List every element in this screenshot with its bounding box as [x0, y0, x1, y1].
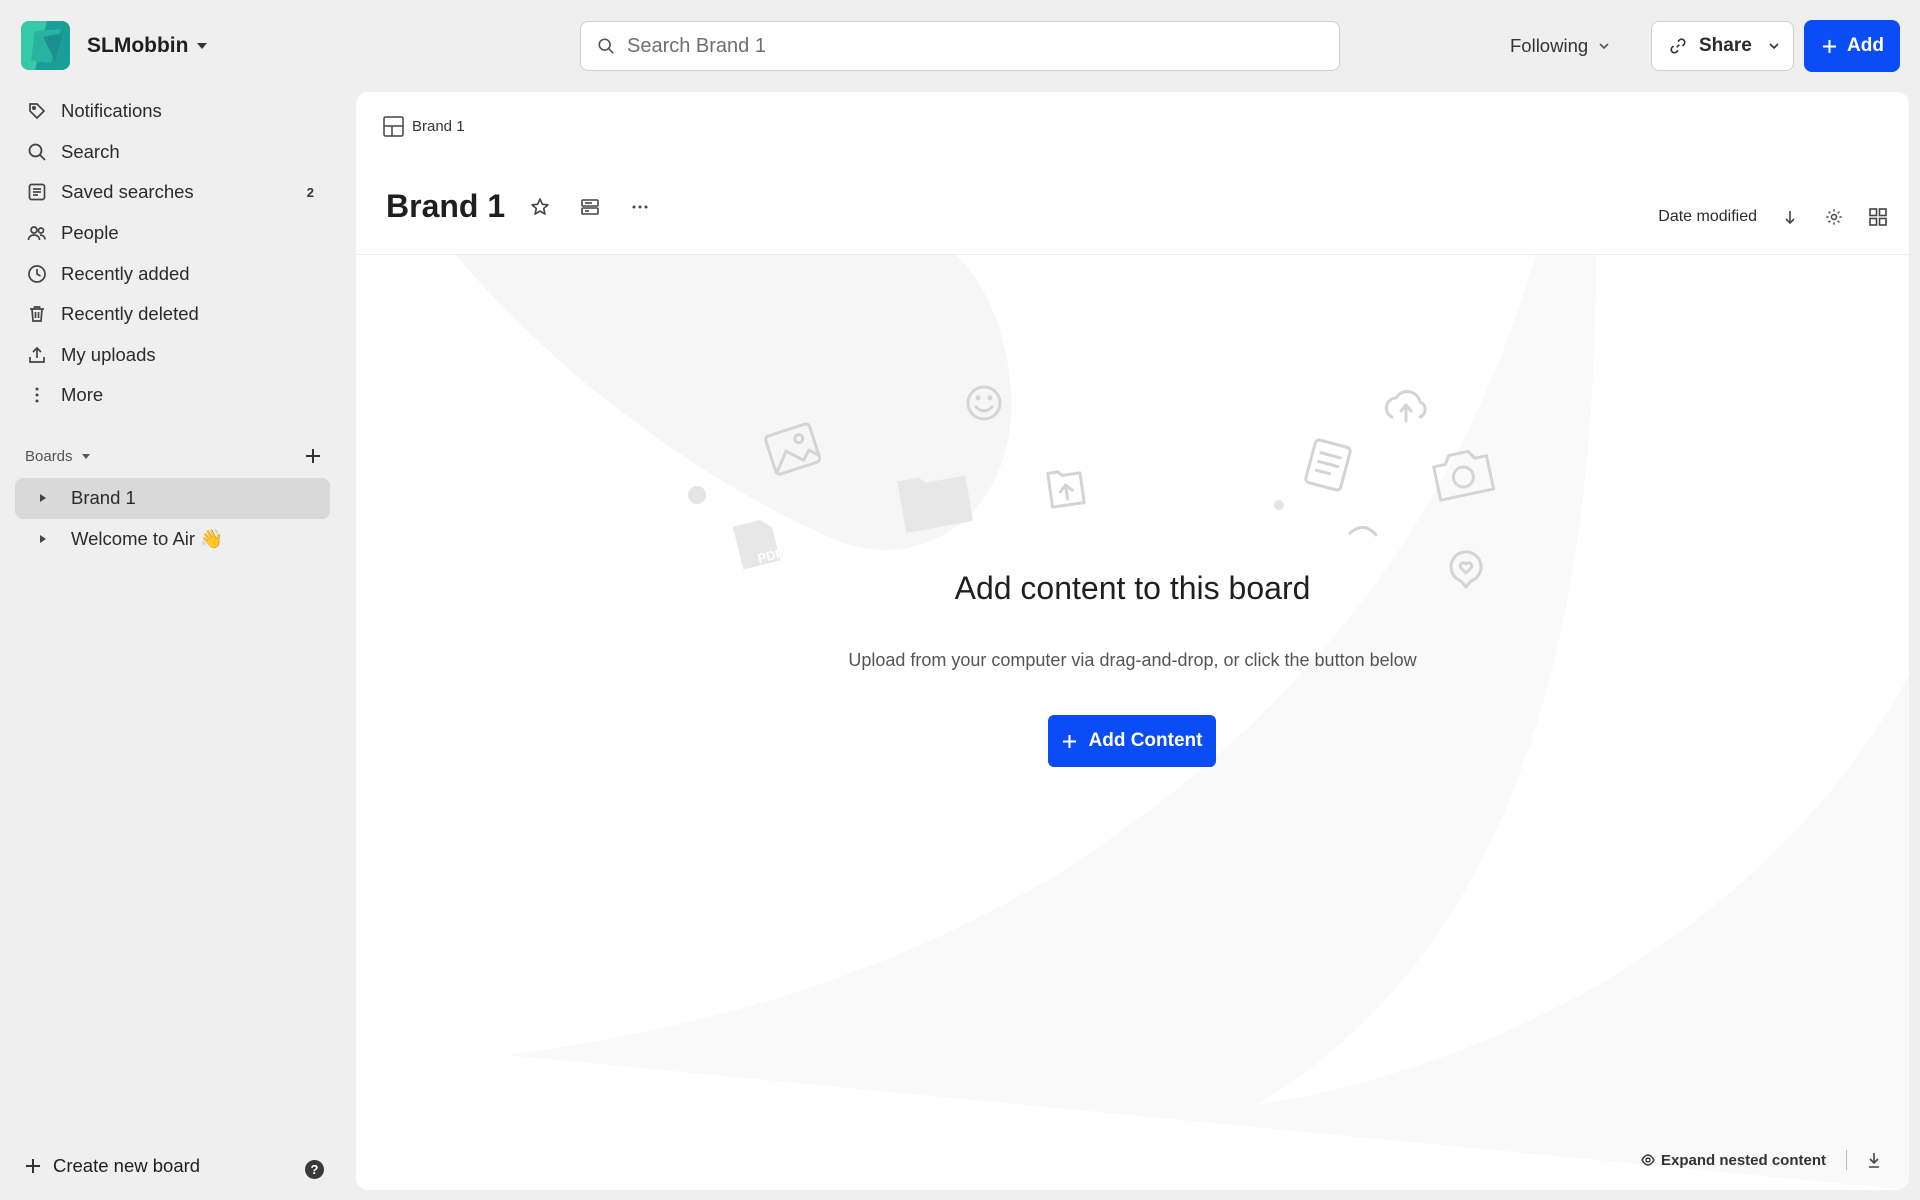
sidebar-item-recently-deleted[interactable]: Recently deleted [15, 294, 330, 335]
add-label: Add [1847, 35, 1884, 56]
search-icon [27, 142, 47, 162]
cloud-upload-icon [1384, 390, 1427, 423]
sidebar-item-label: Search [61, 140, 120, 162]
sidebar-nav: Notifications Search Saved searches 2 Pe… [15, 91, 330, 416]
sidebar-item-label: Saved searches [61, 181, 194, 203]
saved-searches-count: 2 [306, 184, 314, 200]
share-button[interactable]: Share [1651, 21, 1794, 71]
board-layout-icon [383, 116, 404, 137]
following-dropdown[interactable]: Following [1510, 21, 1610, 71]
add-board-icon[interactable] [301, 444, 325, 468]
page-title: Brand 1 [386, 188, 506, 224]
sidebar-item-saved-searches[interactable]: Saved searches 2 [15, 172, 330, 213]
caret-down-icon [196, 42, 208, 50]
board-item-label: Welcome to Air 👋 [71, 527, 224, 549]
sidebar-item-label: Notifications [61, 100, 162, 122]
footer-controls: Expand nested content [1641, 1150, 1883, 1170]
expand-nested-content-label: Expand nested content [1660, 1151, 1826, 1169]
plus-icon [1062, 734, 1077, 749]
help-icon[interactable]: ? [305, 1160, 324, 1179]
gear-icon[interactable] [1823, 206, 1845, 228]
sort-controls: Date modified [1658, 206, 1889, 228]
sidebar-item-search[interactable]: Search [15, 132, 330, 173]
sidebar: SLMobbin Notifications Search Saved sear… [0, 0, 355, 1200]
footer-separator [1846, 1150, 1847, 1170]
expand-triangle-icon[interactable] [39, 534, 53, 544]
more-horizontal-icon[interactable] [625, 192, 655, 222]
create-new-board-button[interactable]: Create new board [25, 1155, 200, 1177]
saved-searches-icon [27, 182, 47, 202]
plus-icon [25, 1158, 41, 1174]
document-icon [1304, 438, 1352, 492]
sidebar-item-label: People [61, 222, 119, 244]
boards-section-header: Boards [25, 444, 325, 468]
folder-upload-icon [1046, 470, 1086, 509]
expand-nested-content-button[interactable]: Expand nested content [1641, 1152, 1826, 1169]
search-bar[interactable] [580, 21, 1340, 71]
add-content-label: Add Content [1088, 730, 1203, 751]
sidebar-item-label: Recently added [61, 262, 190, 284]
title-row: Brand 1 [386, 188, 655, 225]
trash-icon [27, 304, 47, 324]
sidebar-item-label: More [61, 384, 104, 406]
board-details-icon[interactable] [575, 192, 605, 222]
more-vertical-icon [27, 385, 47, 405]
eye-icon [1641, 1154, 1655, 1166]
search-input[interactable] [627, 34, 1307, 58]
workspace-name: SLMobbin [87, 33, 189, 57]
board-item-welcome-to-air[interactable]: Welcome to Air 👋 [15, 519, 330, 560]
sidebar-item-people[interactable]: People [15, 213, 330, 254]
add-content-button[interactable]: Add Content [1048, 715, 1216, 767]
sidebar-item-more[interactable]: More [15, 375, 330, 416]
upload-icon [27, 345, 47, 365]
share-label: Share [1699, 35, 1752, 56]
boards-label[interactable]: Boards [25, 448, 73, 465]
following-label: Following [1510, 35, 1589, 56]
board-item-label: Brand 1 [71, 487, 136, 509]
create-new-board-label: Create new board [53, 1155, 201, 1176]
breadcrumb[interactable]: Brand 1 [383, 116, 465, 137]
arrow-down-icon[interactable] [1779, 206, 1801, 228]
sidebar-item-label: My uploads [61, 343, 156, 365]
empty-state-title: Add content to this board [954, 570, 1311, 606]
tag-icon [27, 101, 47, 121]
people-icon [27, 223, 47, 243]
chevron-down-icon [1598, 42, 1610, 50]
add-button[interactable]: Add [1804, 20, 1900, 72]
sidebar-item-notifications[interactable]: Notifications [15, 91, 330, 132]
board-panel: Brand 1 Brand 1 Date modified PDF Add co… [356, 92, 1909, 1190]
board-item-brand-1[interactable]: Brand 1 [15, 478, 330, 519]
clock-icon [27, 264, 47, 284]
link-icon [1669, 37, 1687, 55]
sort-label[interactable]: Date modified [1658, 208, 1757, 226]
sidebar-item-label: Recently deleted [61, 303, 199, 325]
chevron-down-icon [1768, 42, 1780, 50]
workspace-switcher[interactable]: SLMobbin [21, 21, 208, 70]
search-icon [597, 37, 615, 55]
grid-view-icon[interactable] [1867, 206, 1889, 228]
star-icon[interactable] [525, 192, 555, 222]
caret-down-icon[interactable] [81, 453, 91, 460]
plus-icon [1822, 39, 1837, 54]
board-list: Brand 1 Welcome to Air 👋 [15, 478, 330, 559]
sidebar-item-my-uploads[interactable]: My uploads [15, 335, 330, 376]
sidebar-item-recently-added[interactable]: Recently added [15, 253, 330, 294]
breadcrumb-label: Brand 1 [412, 118, 465, 135]
download-icon[interactable] [1865, 1151, 1883, 1169]
expand-triangle-icon[interactable] [39, 493, 53, 503]
empty-state-subtitle: Upload from your computer via drag-and-d… [848, 650, 1417, 670]
workspace-logo [21, 21, 70, 70]
